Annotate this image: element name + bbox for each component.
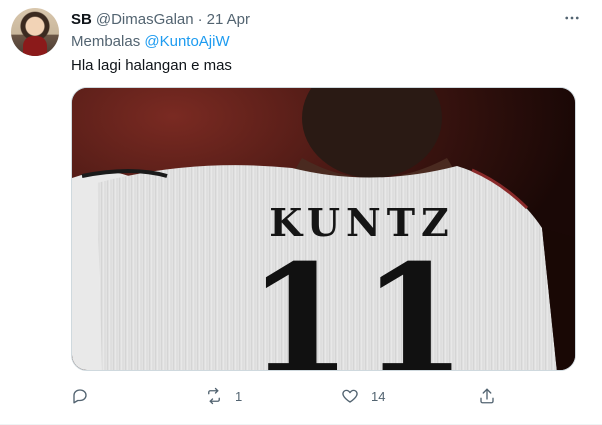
avatar[interactable] <box>11 8 59 56</box>
reply-button[interactable] <box>71 382 101 410</box>
tweet-text: Hla lagi halangan e mas <box>71 57 232 74</box>
share-icon <box>478 387 496 405</box>
replying-prefix: Membalas <box>71 33 141 50</box>
share-button[interactable] <box>478 382 496 410</box>
tweet-date[interactable]: 21 Apr <box>207 11 250 28</box>
tweet-image[interactable]: KUNTZ 11 <box>71 87 576 371</box>
retweet-button[interactable]: 1 <box>205 382 242 410</box>
author-handle[interactable]: @DimasGalan <box>96 11 194 28</box>
retweet-count: 1 <box>235 388 243 404</box>
jersey-number: 11 <box>248 232 477 371</box>
replying-mention[interactable]: @KuntoAjiW <box>144 33 229 50</box>
tweet-header: SB @DimasGalan · 21 Apr <box>71 8 250 30</box>
retweet-icon <box>205 387 223 405</box>
tweet-actions: 1 14 <box>71 382 576 410</box>
heart-icon <box>341 387 359 405</box>
more-icon <box>565 16 579 20</box>
reply-icon <box>71 387 89 405</box>
jersey-photo: KUNTZ 11 <box>72 88 575 371</box>
separator-dot: · <box>197 10 203 28</box>
author-name[interactable]: SB <box>71 11 92 28</box>
like-button[interactable]: 14 <box>341 382 385 410</box>
avatar-shirt <box>23 36 47 56</box>
like-count: 14 <box>371 388 386 404</box>
replying-to: Membalas @KuntoAjiW <box>71 33 230 50</box>
tweet[interactable]: SB @DimasGalan · 21 Apr Membalas @KuntoA… <box>0 0 602 425</box>
more-button[interactable] <box>562 8 582 28</box>
